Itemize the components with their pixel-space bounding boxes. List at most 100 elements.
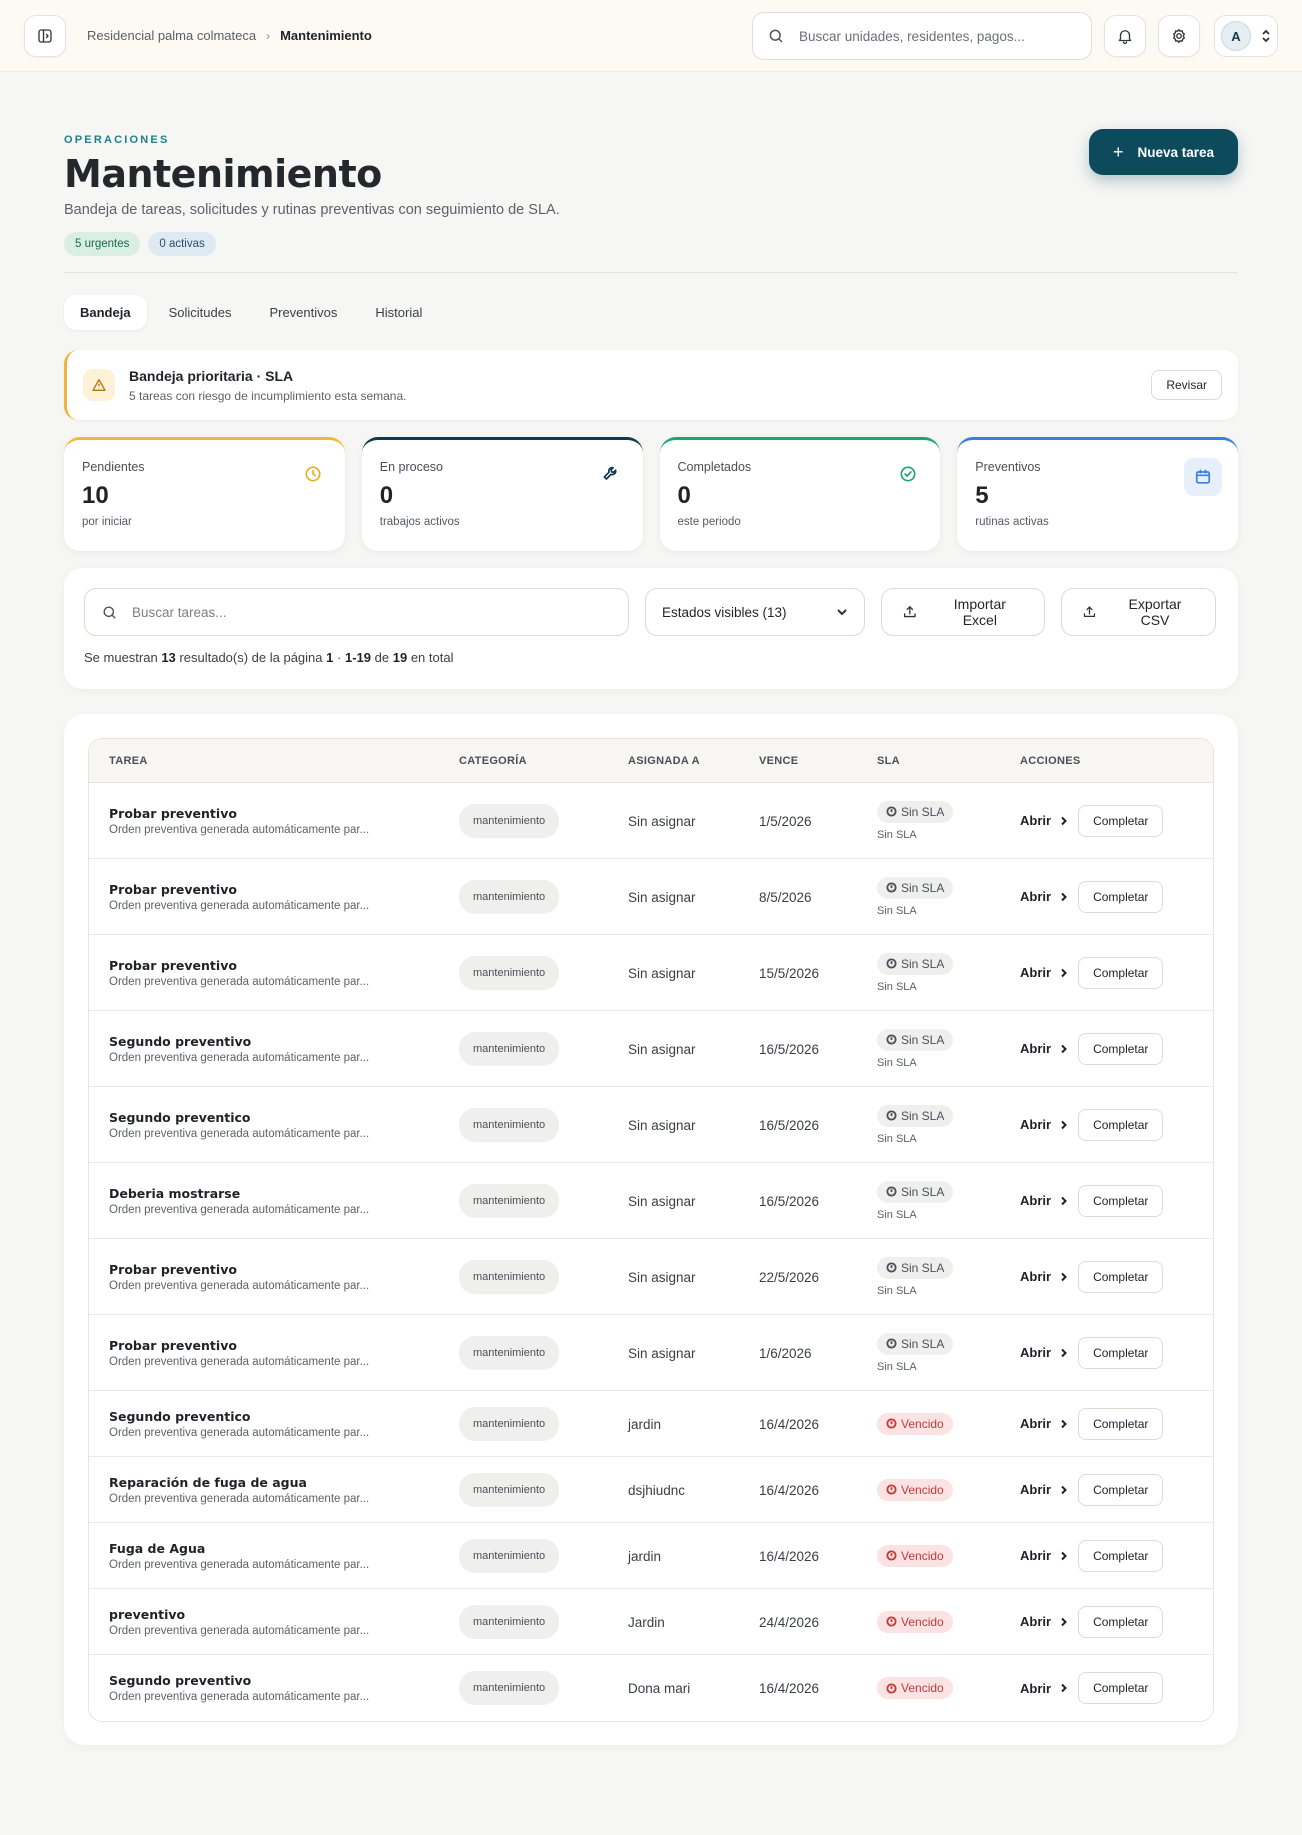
open-link[interactable]: Abrir [1020,1269,1068,1284]
complete-button[interactable]: Completar [1078,1672,1164,1704]
sla-status-icon [886,1484,897,1495]
urgent-badge: 5 urgentes [64,232,141,256]
complete-button[interactable]: Completar [1078,1260,1164,1293]
task-title[interactable]: Segundo preventico [109,1110,459,1125]
sla-subtext: Sin SLA [877,904,917,917]
task-search-input[interactable] [132,604,582,620]
open-label: Abrir [1020,965,1052,980]
sla-label: Sin SLA [901,1184,945,1199]
complete-button[interactable]: Completar [1078,1407,1164,1440]
task-title[interactable]: Segundo preventivo [109,1673,459,1688]
open-link[interactable]: Abrir [1020,1041,1068,1056]
table-row: Probar preventivo Orden preventiva gener… [89,859,1213,935]
filter-bar: Estados visibles (13) Importar Excel Exp… [64,568,1238,689]
task-search[interactable] [84,588,629,636]
status-filter-select[interactable]: Estados visibles (13) [645,588,865,636]
category-badge: mantenimiento [459,1406,560,1441]
task-title[interactable]: Reparación de fuga de agua [109,1475,459,1490]
export-csv-label: Exportar CSV [1128,596,1182,628]
task-description: Orden preventiva generada automáticament… [109,1355,370,1368]
open-link[interactable]: Abrir [1020,1548,1068,1563]
assignee: Sin asignar [628,1117,696,1133]
breadcrumb-parent[interactable]: Residencial palma colmateca [87,28,256,43]
task-title[interactable]: Probar preventivo [109,882,459,897]
task-title[interactable]: Probar preventivo [109,1262,459,1277]
chevron-up-down-icon [1261,29,1271,43]
review-button[interactable]: Revisar [1151,370,1222,400]
task-description: Orden preventiva generada automáticament… [109,1203,370,1216]
task-title[interactable]: Segundo preventivo [109,1034,459,1049]
warning-icon [83,369,115,401]
complete-button[interactable]: Completar [1078,1605,1164,1638]
task-title[interactable]: Segundo preventico [109,1409,459,1424]
task-description: Orden preventiva generada automáticament… [109,1279,370,1292]
task-title[interactable]: Probar preventivo [109,958,459,973]
complete-button[interactable]: Completar [1078,956,1164,989]
results-page: 1 [326,650,334,665]
import-excel-button[interactable]: Importar Excel [881,588,1045,636]
open-link[interactable]: Abrir [1020,1614,1068,1629]
sidebar-toggle-icon [38,28,52,43]
task-title[interactable]: preventivo [109,1607,459,1622]
tab-bandeja[interactable]: Bandeja [64,295,147,330]
tab-preventivos[interactable]: Preventivos [253,295,353,330]
chevron-right-icon [1061,1551,1067,1560]
due-date: 1/5/2026 [759,813,812,829]
chevron-right-icon [1061,1485,1067,1494]
settings-button[interactable] [1158,15,1200,57]
complete-button[interactable]: Completar [1078,1032,1164,1065]
sidebar-toggle-button[interactable] [24,14,66,57]
tab-solicitudes[interactable]: Solicitudes [153,295,248,330]
new-task-button[interactable]: + Nueva tarea [1089,129,1238,175]
complete-button[interactable]: Completar [1078,1108,1164,1141]
results-summary: Se muestran 13 resultado(s) de la página… [84,650,1218,665]
export-csv-button[interactable]: Exportar CSV [1061,588,1216,636]
tab-historial[interactable]: Historial [359,295,438,330]
complete-button[interactable]: Completar [1078,804,1164,837]
global-search-input[interactable] [799,28,1069,44]
complete-button[interactable]: Completar [1078,1539,1164,1572]
page-subtitle: Bandeja de tareas, solicitudes y rutinas… [64,202,560,218]
results-mid1: resultado(s) de la página [179,650,323,665]
sla-label: Sin SLA [901,1260,945,1275]
results-dot: · [337,650,342,665]
open-link[interactable]: Abrir [1020,889,1068,904]
notifications-button[interactable] [1104,15,1146,57]
task-title[interactable]: Probar preventivo [109,1338,459,1353]
search-icon [769,29,783,43]
sla-subtext: Sin SLA [877,1360,917,1373]
status-filter-value: Estados visibles (13) [662,604,787,620]
task-title[interactable]: Deberia mostrarse [109,1186,459,1201]
open-link[interactable]: Abrir [1020,1193,1068,1208]
clock-icon [299,460,327,488]
chevron-right-icon [1061,1120,1067,1129]
col-acciones: ACCIONES [1020,754,1081,767]
open-link[interactable]: Abrir [1020,1681,1068,1696]
complete-button[interactable]: Completar [1078,1473,1164,1506]
sla-badge: Sin SLA [877,1256,954,1279]
open-link[interactable]: Abrir [1020,813,1068,828]
open-link[interactable]: Abrir [1020,1117,1068,1132]
task-title[interactable]: Fuga de Agua [109,1541,459,1556]
category-badge: mantenimiento [459,803,560,838]
complete-button[interactable]: Completar [1078,880,1164,913]
due-date: 16/4/2026 [759,1681,820,1696]
upload-icon [1083,606,1096,617]
due-date: 16/5/2026 [759,1193,820,1209]
open-link[interactable]: Abrir [1020,1482,1068,1497]
table-row: Segundo preventico Orden preventiva gene… [89,1087,1213,1163]
complete-button[interactable]: Completar [1078,1336,1164,1369]
category-badge: mantenimiento [459,1107,560,1142]
task-title[interactable]: Probar preventivo [109,806,459,821]
global-search[interactable] [752,12,1092,60]
complete-button[interactable]: Completar [1078,1184,1164,1217]
table-row: Fuga de Agua Orden preventiva generada a… [89,1523,1213,1589]
category-badge: mantenimiento [459,1259,560,1294]
open-label: Abrir [1020,1117,1052,1132]
open-link[interactable]: Abrir [1020,965,1068,980]
table-row: Probar preventivo Orden preventiva gener… [89,1315,1213,1391]
user-menu-button[interactable]: A [1214,15,1278,57]
open-link[interactable]: Abrir [1020,1345,1068,1360]
open-link[interactable]: Abrir [1020,1416,1068,1431]
category-badge: mantenimiento [459,1671,560,1705]
